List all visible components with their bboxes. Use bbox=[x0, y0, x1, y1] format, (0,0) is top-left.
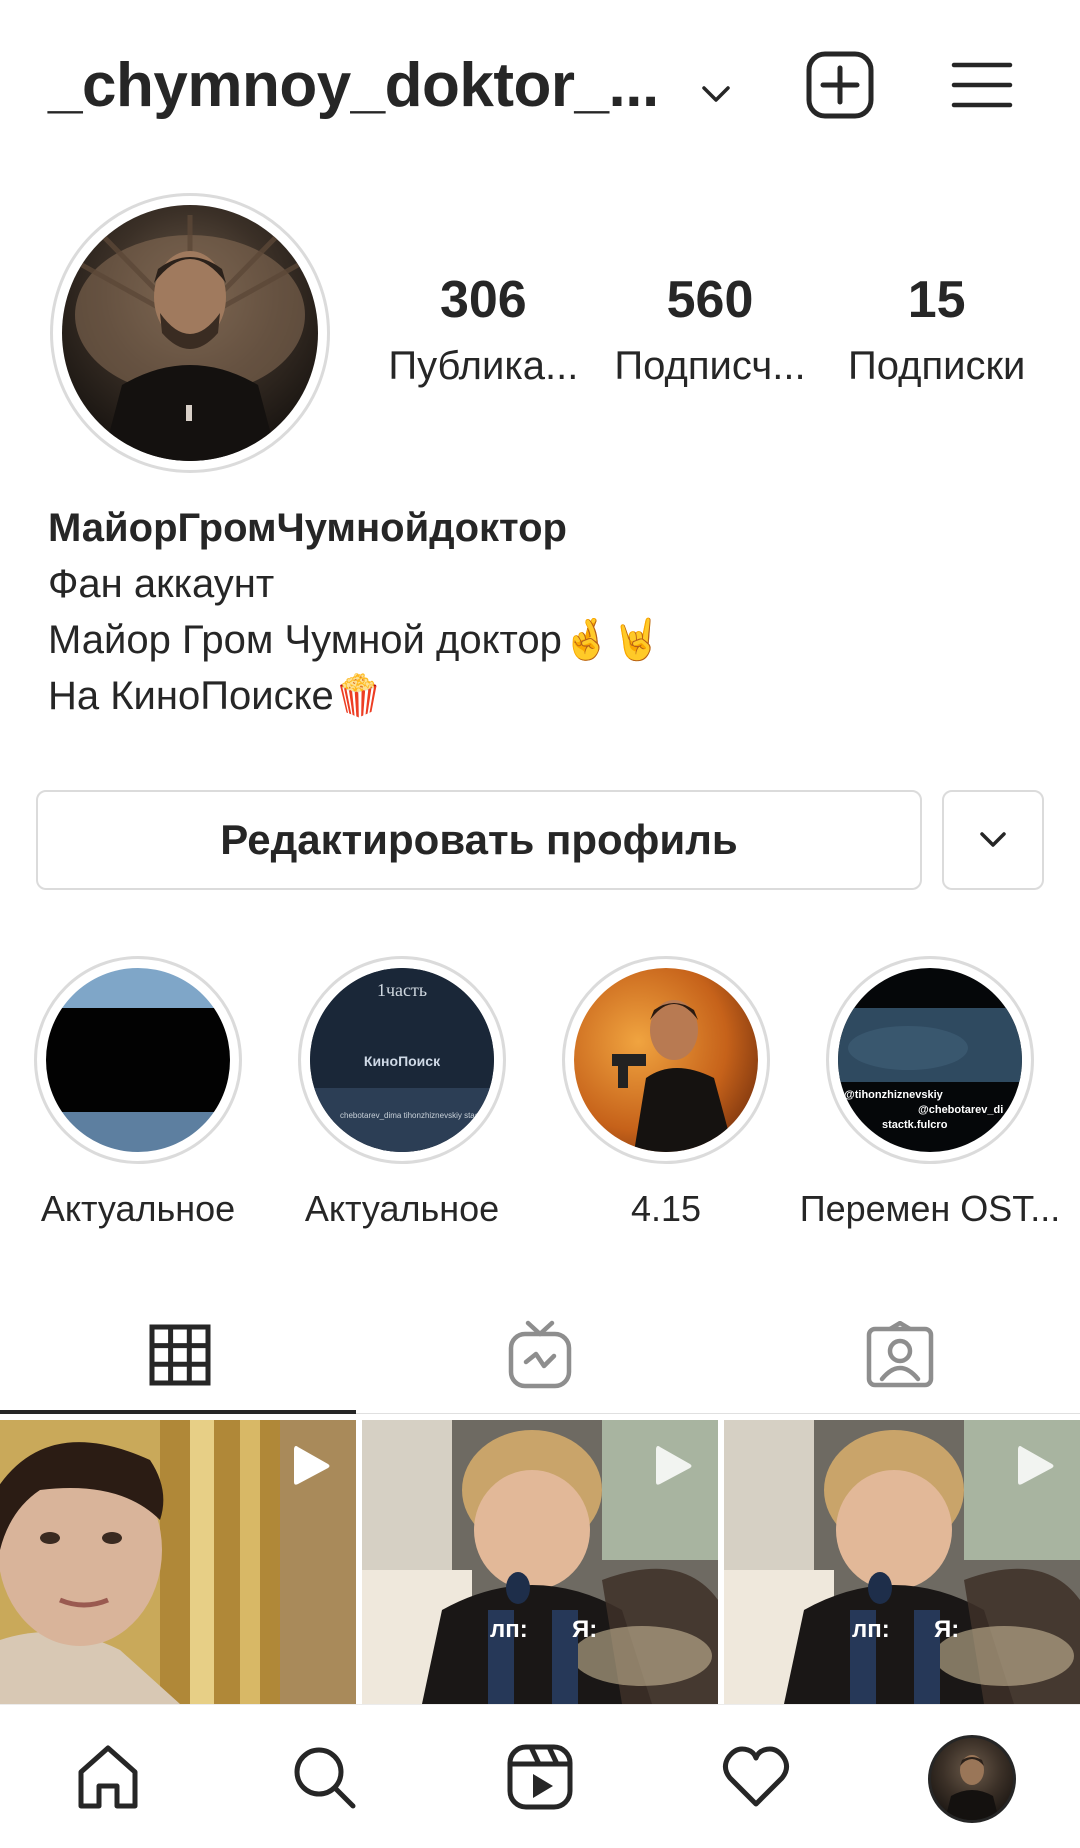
top-bar: _chymnoy_doktor_... bbox=[0, 0, 1080, 170]
highlight-item[interactable]: Актуальное bbox=[6, 956, 270, 1230]
stat-posts-label: Публика... bbox=[388, 344, 579, 388]
avatar-portrait bbox=[75, 215, 305, 461]
grid-icon bbox=[149, 1324, 211, 1386]
highlight-cover: 1часть КиноПоиск chebotarev_dima tihonzh… bbox=[310, 968, 494, 1152]
username-title[interactable]: _chymnoy_doktor_... bbox=[48, 50, 659, 121]
hamburger-menu-icon[interactable] bbox=[950, 55, 1014, 115]
profile-tabs bbox=[0, 1296, 1080, 1414]
tab-igtv[interactable] bbox=[360, 1296, 720, 1414]
profile-avatar[interactable] bbox=[62, 205, 318, 461]
tagged-person-icon bbox=[866, 1321, 934, 1388]
bio-line: Майор Гром Чумной доктор🤞🤘 bbox=[48, 618, 662, 662]
highlight-item[interactable]: 1часть КиноПоиск chebotarev_dima tihonzh… bbox=[270, 956, 534, 1230]
search-icon bbox=[294, 1747, 356, 1809]
post-caption: Я: bbox=[934, 1616, 960, 1643]
stat-posts-count: 306 bbox=[439, 271, 527, 329]
story-highlights: Актуальное 1часть КиноПоиск chebotarev_d… bbox=[0, 956, 1080, 1229]
tab-posts-grid[interactable] bbox=[0, 1296, 360, 1414]
stat-following-count: 15 bbox=[907, 271, 966, 329]
highlight-overlay-text: @tihonzhiznevskiy bbox=[844, 1089, 944, 1101]
nav-activity[interactable] bbox=[718, 1739, 794, 1815]
highlight-cover bbox=[574, 968, 758, 1152]
chevron-down-icon[interactable] bbox=[694, 72, 738, 116]
highlight-cover bbox=[46, 968, 230, 1152]
stat-followers-count: 560 bbox=[666, 271, 754, 329]
heart-icon bbox=[722, 1746, 790, 1807]
stat-followers-label: Подписч... bbox=[614, 344, 806, 388]
profile-stats: 306 Публика... 560 Подписч... 15 Подписк… bbox=[370, 270, 1050, 400]
chevron-down-icon bbox=[980, 832, 1006, 847]
nav-profile-avatar[interactable] bbox=[928, 1735, 1016, 1823]
highlight-ring bbox=[34, 956, 242, 1164]
home-icon bbox=[78, 1745, 138, 1809]
discover-people-button[interactable] bbox=[942, 790, 1044, 890]
highlight-overlay-text: КиноПоиск bbox=[364, 1053, 441, 1069]
post-caption: Я: bbox=[572, 1616, 598, 1643]
profile-avatar bbox=[945, 1755, 999, 1820]
highlight-overlay-text: chebotarev_dima tihonzhiznevskiy stactk.… bbox=[340, 1111, 494, 1120]
igtv-icon bbox=[508, 1320, 572, 1389]
posts-grid: лп: Я: лп: Я: bbox=[0, 1420, 1080, 1704]
nav-search[interactable] bbox=[286, 1739, 362, 1815]
grid-post[interactable] bbox=[0, 1420, 356, 1704]
highlight-item[interactable]: @tihonzhiznevskiy @chebotarev_di stactk.… bbox=[798, 956, 1062, 1230]
highlight-label: Актуальное bbox=[304, 1188, 500, 1229]
highlight-label: Актуальное bbox=[40, 1188, 236, 1229]
active-tab-indicator bbox=[0, 1410, 356, 1414]
stat-posts[interactable]: 306 Публика... bbox=[370, 270, 597, 400]
display-name: МайорГромЧумнойдоктор bbox=[48, 506, 567, 550]
reels-icon bbox=[507, 1744, 573, 1810]
highlight-label: 4.15 bbox=[630, 1188, 702, 1229]
profile-bio: МайорГромЧумнойдоктор Фан аккаунт Майор … bbox=[48, 500, 1028, 724]
video-play-icon bbox=[294, 1446, 330, 1485]
post-caption: лп: bbox=[852, 1616, 890, 1643]
post-caption: лп: bbox=[490, 1616, 528, 1643]
bio-line: На КиноПоиске🍿 bbox=[48, 674, 384, 718]
highlight-overlay-text: 1часть bbox=[377, 980, 427, 1000]
highlight-cover: @tihonzhiznevskiy @chebotarev_di stactk.… bbox=[838, 968, 1022, 1152]
video-play-icon bbox=[1018, 1446, 1054, 1485]
video-play-icon bbox=[656, 1446, 692, 1485]
bottom-navigation bbox=[0, 1704, 1080, 1848]
highlight-ring bbox=[562, 956, 770, 1164]
edit-profile-button[interactable]: Редактировать профиль bbox=[36, 790, 922, 890]
stat-following[interactable]: 15 Подписки bbox=[823, 270, 1050, 400]
highlight-ring: 1часть КиноПоиск chebotarev_dima tihonzh… bbox=[298, 956, 506, 1164]
nav-home[interactable] bbox=[70, 1739, 146, 1815]
tab-tagged[interactable] bbox=[720, 1296, 1080, 1414]
bio-line: Фан аккаунт bbox=[48, 562, 275, 606]
nav-reels[interactable] bbox=[502, 1739, 578, 1815]
stat-followers[interactable]: 560 Подписч... bbox=[597, 270, 824, 400]
highlight-overlay-text: stactk.fulcro bbox=[882, 1119, 948, 1131]
highlight-ring: @tihonzhiznevskiy @chebotarev_di stactk.… bbox=[826, 956, 1034, 1164]
highlight-item[interactable]: 4.15 bbox=[534, 956, 798, 1230]
grid-post[interactable]: лп: Я: bbox=[724, 1420, 1080, 1704]
stat-following-label: Подписки bbox=[848, 344, 1026, 388]
plus-square-icon[interactable] bbox=[805, 50, 875, 120]
highlight-overlay-text: @chebotarev_di bbox=[918, 1104, 1003, 1116]
grid-post[interactable]: лп: Я: bbox=[362, 1420, 718, 1704]
highlight-label: Перемен OST... bbox=[799, 1188, 1061, 1229]
